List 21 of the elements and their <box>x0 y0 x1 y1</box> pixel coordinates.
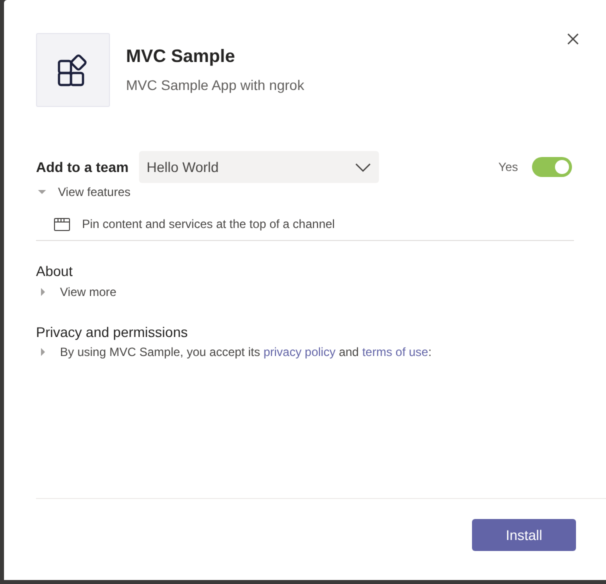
team-dropdown[interactable]: Hello World <box>138 151 379 183</box>
terms-of-use-link[interactable]: terms of use <box>362 345 428 359</box>
toggle-switch[interactable] <box>532 157 572 177</box>
caret-down-icon[interactable] <box>38 188 46 196</box>
privacy-text: By using MVC Sample, you accept its privacy policy and terms of use: <box>60 344 432 361</box>
pin-window-icon <box>54 218 70 230</box>
about-heading: About <box>36 262 73 280</box>
feature-text: Pin content and services at the top of a channel <box>82 216 335 233</box>
add-to-team-label: Add to a team <box>36 158 129 176</box>
view-more-toggle[interactable]: View more <box>60 283 116 301</box>
caret-right-icon[interactable] <box>39 288 47 296</box>
toggle-label: Yes <box>498 159 518 176</box>
close-icon[interactable] <box>567 33 579 45</box>
chevron-down-icon <box>354 162 371 172</box>
privacy-policy-link[interactable]: privacy policy <box>263 345 336 359</box>
view-features-toggle[interactable]: View features <box>58 183 130 201</box>
install-button[interactable]: Install <box>472 519 576 551</box>
caret-right-icon[interactable] <box>39 348 47 356</box>
privacy-heading: Privacy and permissions <box>36 323 188 341</box>
app-description: MVC Sample App with ngrok <box>126 76 304 95</box>
app-name: MVC Sample <box>126 45 236 68</box>
